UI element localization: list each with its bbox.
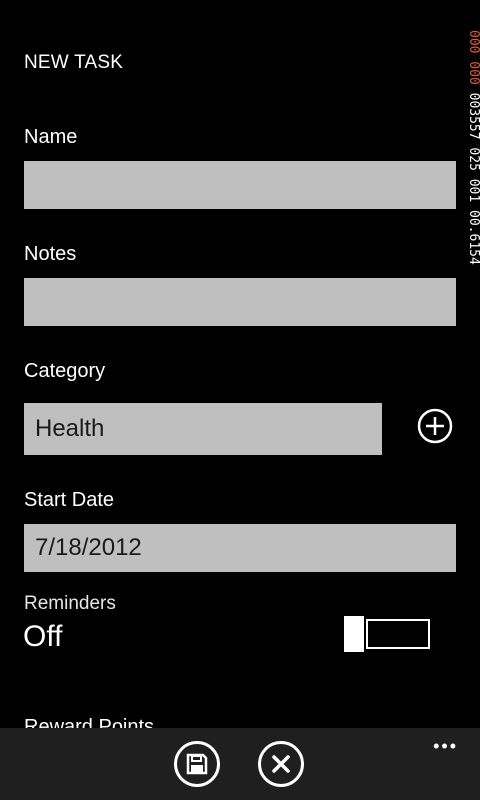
counter-white: 003557 025 001 00.6154 <box>466 92 480 265</box>
page-title: NEW TASK <box>24 52 124 73</box>
reminders-label: Reminders <box>24 593 116 614</box>
start-date-label: Start Date <box>24 489 115 511</box>
more-options-button[interactable]: ••• <box>433 736 458 757</box>
close-icon <box>272 755 290 773</box>
notes-field[interactable] <box>24 278 456 326</box>
save-button[interactable] <box>174 741 220 787</box>
reminders-toggle[interactable] <box>344 616 432 652</box>
add-category-button[interactable] <box>417 408 453 444</box>
reminders-state: Off <box>23 620 63 653</box>
notes-label: Notes <box>24 243 77 265</box>
name-label: Name <box>24 126 78 148</box>
counter-red: 000 000 <box>466 30 480 85</box>
toggle-track <box>366 619 430 649</box>
app-bar: ••• <box>0 728 480 800</box>
frame-rate-counter: 000 000 003557 025 001 00.6154 <box>466 30 480 400</box>
start-date-field[interactable]: 7/18/2012 <box>24 524 456 572</box>
category-label: Category <box>24 360 106 382</box>
add-circle-icon <box>417 408 453 444</box>
name-field[interactable] <box>24 161 456 209</box>
toggle-thumb[interactable] <box>344 616 364 652</box>
save-icon <box>186 753 208 775</box>
cancel-button[interactable] <box>258 741 304 787</box>
category-select[interactable]: Health <box>24 403 382 455</box>
